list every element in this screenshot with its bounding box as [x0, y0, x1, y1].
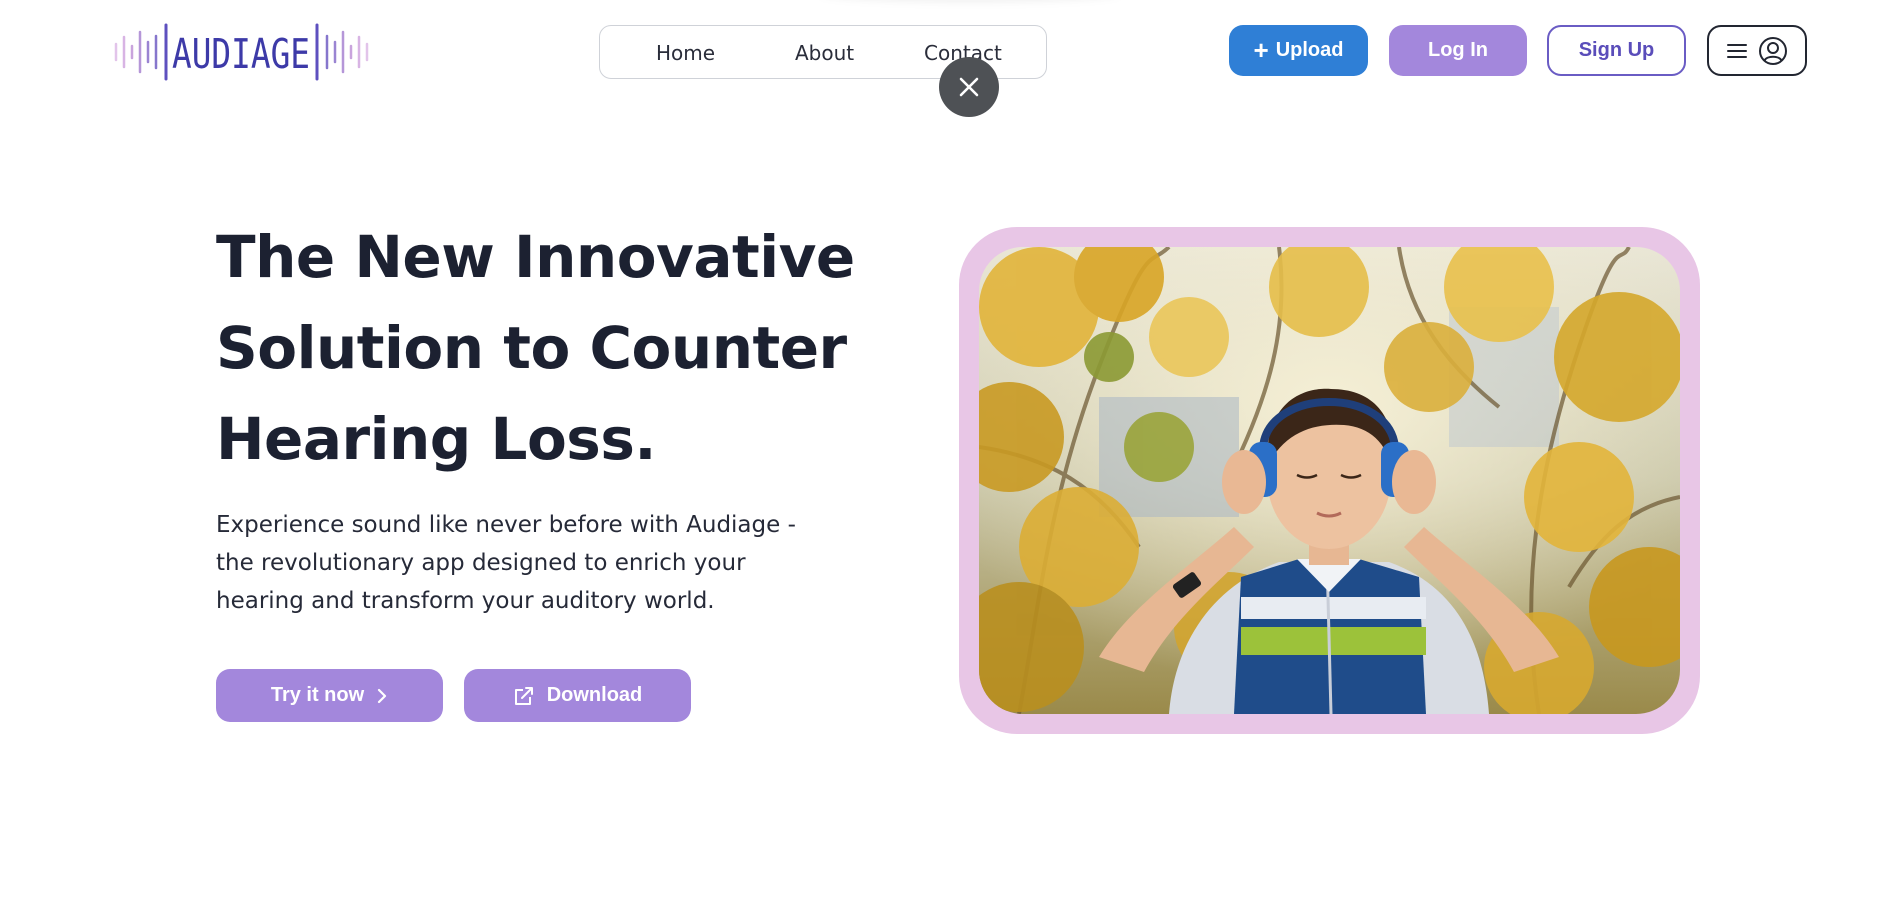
hero-subtitle: Experience sound like never before with … [216, 506, 836, 620]
signup-label: Sign Up [1578, 39, 1655, 61]
try-it-now-label: Try it now [270, 684, 365, 706]
nav-home-link[interactable]: Home [656, 41, 715, 65]
boy-with-headphones-photo [979, 247, 1680, 714]
upload-label: Upload [1275, 39, 1344, 61]
hero-subtitle-line: the revolutionary app designed to enrich… [216, 550, 746, 576]
nav-about-link[interactable]: About [795, 41, 854, 65]
hero-subtitle-line: hearing and transform your auditory worl… [216, 588, 715, 614]
plus-icon: + [1253, 34, 1269, 65]
hero-title-line: Solution to Counter [216, 314, 847, 382]
chevron-right-icon [378, 688, 387, 703]
hamburger-icon [1727, 43, 1747, 58]
hero-image-frame [959, 227, 1700, 734]
external-link-icon [514, 686, 533, 705]
download-button[interactable]: Download [464, 669, 691, 722]
hero-subtitle-line: Experience sound like never before with … [216, 512, 796, 538]
audiage-logo[interactable]: AUDIAGE [112, 22, 382, 82]
hero-title: The New Innovative Solution to Counter H… [216, 212, 856, 485]
hero-title-line: Hearing Loss. [216, 405, 656, 473]
hero-title-line: The New Innovative [216, 223, 855, 291]
try-it-now-button[interactable]: Try it now [216, 669, 443, 722]
login-label: Log In [1428, 39, 1488, 61]
hero-image [979, 247, 1680, 714]
upload-button[interactable]: + Upload [1229, 25, 1368, 76]
login-button[interactable]: Log In [1389, 25, 1527, 76]
user-icon [1759, 36, 1787, 65]
download-label: Download [546, 684, 643, 706]
signup-button[interactable]: Sign Up [1547, 25, 1686, 76]
dropdown-shadow [820, 0, 1120, 2]
logo-graphic: AUDIAGE [114, 23, 369, 81]
account-menu-button[interactable] [1707, 25, 1807, 76]
logo-text: AUDIAGE [172, 30, 310, 78]
close-icon [959, 77, 979, 97]
close-button[interactable] [939, 57, 999, 117]
